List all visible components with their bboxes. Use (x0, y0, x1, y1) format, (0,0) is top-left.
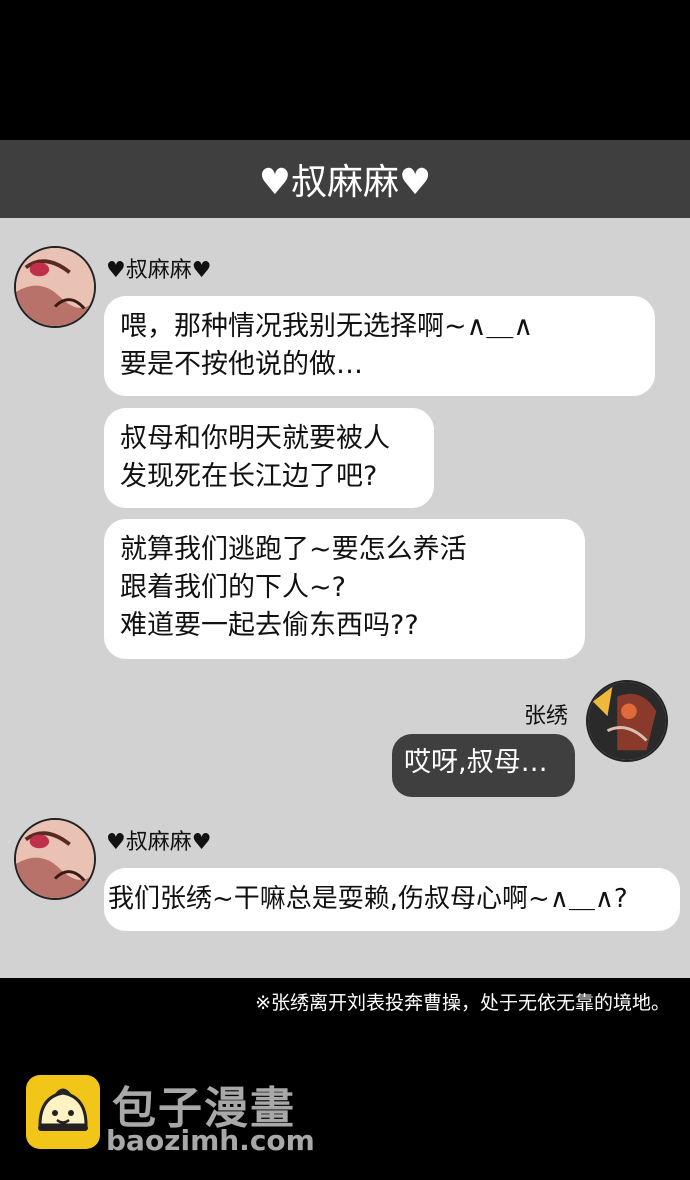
sender-name: ♥叔麻麻♥ (106, 258, 212, 283)
message-bubble-self[interactable]: 哎呀,叔母… (392, 734, 575, 797)
bun-logo-icon (26, 1075, 100, 1149)
message-bubble[interactable]: 就算我们逃跑了~要怎么养活 跟着我们的下人~? 难道要一起去偷东西吗?? (104, 519, 585, 659)
message-bubble[interactable]: 我们张绣~干嘛总是耍赖,伤叔母心啊~∧＿∧? (104, 868, 680, 931)
chat-area[interactable]: ♥叔麻麻♥ 喂，那种情况我别无选择啊~∧＿∧ 要是不按他说的做… 叔母和你明天就… (0, 218, 690, 978)
zhangxiu-avatar-icon[interactable] (586, 680, 668, 762)
footnote-text: ※张绣离开刘表投奔曹操，处于无依无靠的境地。 (255, 992, 670, 1014)
aunt-avatar-icon[interactable] (14, 246, 96, 328)
message-bubble[interactable]: 喂，那种情况我别无选择啊~∧＿∧ 要是不按他说的做… (104, 296, 655, 396)
sender-name: ♥叔麻麻♥ (106, 830, 212, 855)
watermark-url[interactable]: baozimh.com (106, 1124, 315, 1157)
chat-title: ♥叔麻麻♥ (0, 140, 690, 218)
sender-name: 张绣 (524, 704, 569, 729)
aunt-avatar-icon[interactable] (14, 818, 96, 900)
message-bubble[interactable]: 叔母和你明天就要被人 发现死在长江边了吧? (104, 408, 434, 508)
